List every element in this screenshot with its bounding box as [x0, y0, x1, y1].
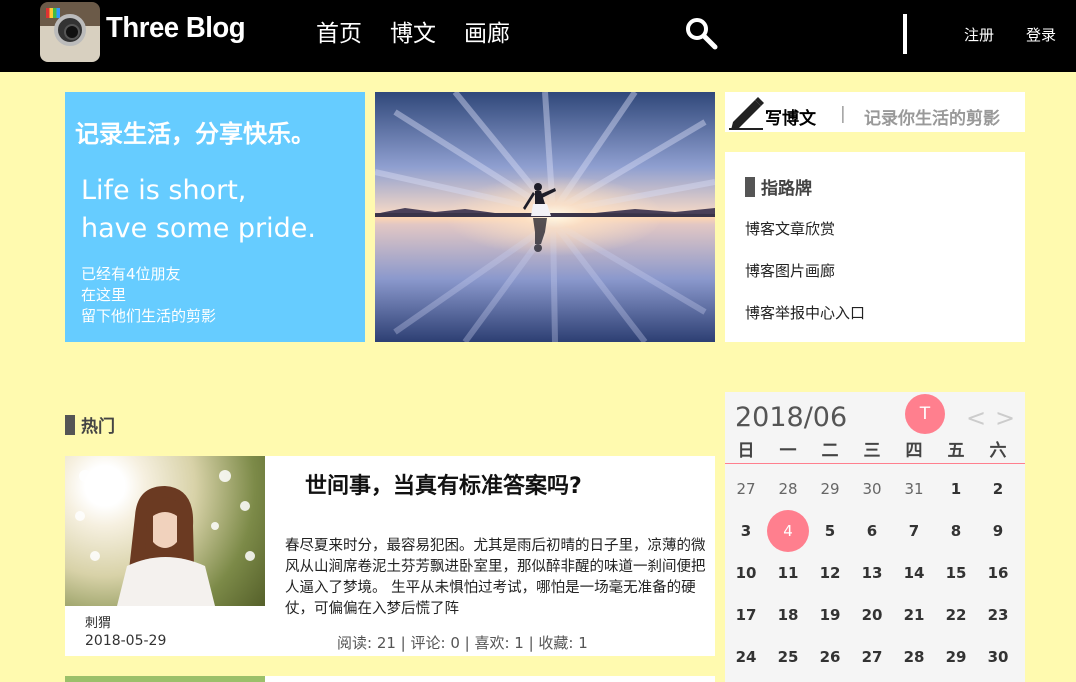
calendar-day[interactable]: 28 [893, 636, 935, 678]
calendar-day[interactable]: 14 [893, 552, 935, 594]
calendar-day[interactable]: 28 [767, 468, 809, 510]
calendar-day[interactable]: 22 [935, 594, 977, 636]
guide-panel: 指路牌 博客文章欣赏 博客图片画廊 博客举报中心入口 [725, 152, 1025, 342]
top-header: Three Blog 首页 博文 画廊 注册 登录 [0, 0, 1076, 72]
intro-small: 已经有4位朋友 在这里 留下他们生活的剪影 [81, 264, 216, 327]
intro-english-line2: have some pride. [81, 213, 316, 244]
intro-english-line1: Life is short, [81, 175, 247, 206]
article-card[interactable]: 刺猬 2018-05-29 世间事，当真有标准答案吗? 春尽夏来时分，最容易犯困… [65, 456, 715, 656]
weekday-fri: 五 [947, 441, 965, 461]
register-link[interactable]: 注册 [964, 24, 994, 45]
calendar-day[interactable]: 8 [935, 510, 977, 552]
calendar-day[interactable]: 17 [725, 594, 767, 636]
calendar-widget: 2018/06 T < > 日 一 二 三 四 五 六 27 28 29 30 31 1 2… [725, 392, 1025, 682]
weekday-wed: 三 [863, 441, 881, 461]
calendar-day[interactable]: 12 [809, 552, 851, 594]
thumbnail-scene [75, 470, 255, 606]
login-link[interactable]: 登录 [1026, 24, 1056, 45]
main-nav: 首页 博文 画廊 [316, 14, 510, 48]
calendar-day[interactable]: 5 [809, 510, 851, 552]
calendar-day[interactable]: 27 [851, 636, 893, 678]
calendar-prev-icon[interactable]: < [966, 404, 986, 432]
calendar-day[interactable]: 29 [935, 636, 977, 678]
intro-line3: 留下他们生活的剪影 [81, 307, 217, 325]
article-stats: 阅读: 21 | 评论: 0 | 喜欢: 1 | 收藏: 1 [337, 634, 588, 652]
title-bar [745, 176, 755, 197]
title-bar [65, 414, 75, 435]
article-author[interactable]: 刺猬 [85, 612, 111, 631]
calendar-days: 27 28 29 30 31 1 2 3 4 5 6 7 8 9 10 11 12 13 14 15 16 17 18 19 2… [725, 468, 1019, 678]
weekday-tue: 二 [821, 441, 839, 461]
calendar-day[interactable]: 20 [851, 594, 893, 636]
guide-title-text: 指路牌 [761, 179, 812, 199]
intro-motto: 记录生活，分享快乐。 [75, 120, 315, 148]
calendar-day[interactable]: 23 [977, 594, 1019, 636]
calendar-day[interactable]: 2 [977, 468, 1019, 510]
intro-line2: 在这里 [81, 286, 127, 304]
calendar-day[interactable]: 10 [725, 552, 767, 594]
calendar-day[interactable]: 21 [893, 594, 935, 636]
calendar-day[interactable]: 24 [725, 636, 767, 678]
calendar-day[interactable]: 7 [893, 510, 935, 552]
calendar-today-button[interactable]: T [905, 394, 945, 434]
nav-gallery[interactable]: 画廊 [464, 14, 510, 48]
article-title[interactable]: 世间事，当真有标准答案吗? [305, 468, 582, 500]
calendar-day[interactable]: 4 [767, 510, 809, 552]
article-date: 2018-05-29 [85, 633, 167, 649]
calendar-day[interactable]: 1 [935, 468, 977, 510]
calendar-day[interactable]: 6 [851, 510, 893, 552]
calendar-day[interactable]: 11 [767, 552, 809, 594]
calendar-next-icon[interactable]: > [995, 404, 1015, 432]
search-icon[interactable] [684, 16, 718, 50]
hero-image [375, 92, 715, 342]
weekday-sat: 六 [989, 441, 1007, 461]
article-card-next[interactable] [65, 676, 715, 682]
intro-line1: 已经有4位朋友 [81, 265, 181, 283]
weekday-thu: 四 [905, 441, 923, 461]
pen-icon [729, 97, 764, 130]
guide-link-articles[interactable]: 博客文章欣赏 [745, 218, 835, 239]
calendar-day[interactable]: 18 [767, 594, 809, 636]
calendar-day[interactable]: 13 [851, 552, 893, 594]
hot-title: 热门 [65, 412, 115, 437]
write-separator: | [840, 104, 846, 124]
calendar-day[interactable]: 15 [935, 552, 977, 594]
guide-link-report[interactable]: 博客举报中心入口 [745, 302, 865, 323]
nav-home[interactable]: 首页 [316, 14, 362, 48]
guide-title: 指路牌 [745, 174, 812, 199]
calendar-month: 2018/06 [735, 402, 848, 433]
weekday-sun: 日 [737, 441, 755, 461]
calendar-day[interactable]: 9 [977, 510, 1019, 552]
calendar-day[interactable]: 26 [809, 636, 851, 678]
logo-lens [54, 14, 86, 46]
logo-stripe [46, 8, 60, 18]
camera-logo-icon[interactable] [40, 2, 100, 62]
calendar-day[interactable]: 19 [809, 594, 851, 636]
hero-scene [375, 92, 715, 342]
calendar-day[interactable]: 30 [977, 636, 1019, 678]
nav-blog[interactable]: 博文 [390, 14, 436, 48]
header-divider [903, 14, 907, 54]
article-thumbnail-next[interactable] [65, 676, 265, 682]
write-post-bar[interactable]: 写博文 | 记录你生活的剪影 [725, 92, 1025, 132]
write-post-label[interactable]: 写博文 [765, 104, 816, 129]
calendar-day[interactable]: 29 [809, 468, 851, 510]
calendar-day[interactable]: 30 [851, 468, 893, 510]
article-thumbnail[interactable] [65, 456, 265, 606]
calendar-day[interactable]: 27 [725, 468, 767, 510]
calendar-day[interactable]: 3 [725, 510, 767, 552]
intro-panel: 记录生活，分享快乐。 Life is short, have some prid… [65, 92, 365, 342]
calendar-day[interactable]: 16 [977, 552, 1019, 594]
site-brand[interactable]: Three Blog [106, 12, 246, 45]
calendar-weekdays: 日 一 二 三 四 五 六 [725, 436, 1025, 464]
intro-english: Life is short, have some pride. [81, 172, 316, 248]
weekday-mon: 一 [779, 441, 797, 461]
calendar-day[interactable]: 31 [893, 468, 935, 510]
guide-link-gallery[interactable]: 博客图片画廊 [745, 260, 835, 281]
write-slogan: 记录你生活的剪影 [864, 109, 1000, 129]
calendar-day[interactable]: 25 [767, 636, 809, 678]
hot-title-text: 热门 [81, 417, 115, 437]
article-excerpt: 春尽夏来时分，最容易犯困。尤其是雨后初晴的日子里，凉薄的微风从山涧席卷泥土芬芳飘… [285, 538, 706, 617]
